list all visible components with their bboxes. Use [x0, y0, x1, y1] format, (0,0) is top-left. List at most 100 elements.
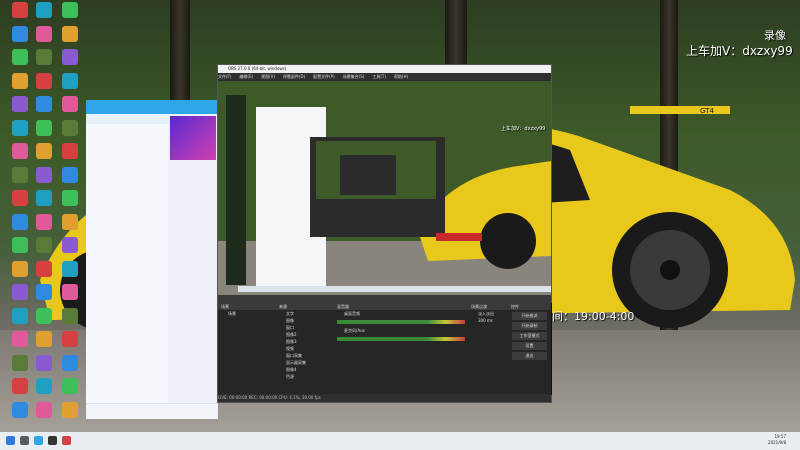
- dock-item[interactable]: 窗口采集: [276, 352, 334, 359]
- member-row[interactable]: [86, 124, 168, 131]
- obs-dock-panel[interactable]: 场景 场景: [218, 303, 277, 395]
- obs-icon[interactable]: [48, 436, 57, 445]
- member-row[interactable]: [86, 332, 168, 339]
- desktop-shortcut[interactable]: [52, 49, 88, 65]
- system-clock[interactable]: 19:57 2021/9/8: [768, 434, 786, 446]
- member-row[interactable]: [86, 217, 168, 224]
- desktop-shortcut[interactable]: [52, 166, 88, 183]
- desktop-shortcut[interactable]: [52, 260, 88, 277]
- member-row[interactable]: [86, 167, 168, 174]
- dock-item[interactable]: 退出: [512, 352, 547, 360]
- chat-window[interactable]: [86, 100, 218, 419]
- obs-menu-item[interactable]: 工具(T): [372, 74, 386, 79]
- member-row[interactable]: [86, 232, 168, 239]
- obs-menu-item[interactable]: 帮助(H): [394, 74, 408, 79]
- desktop-shortcut[interactable]: [52, 378, 88, 394]
- desktop-shortcut[interactable]: [52, 354, 88, 371]
- dock-item[interactable]: 桌面音频: [334, 310, 468, 317]
- desktop-shortcut[interactable]: [52, 25, 88, 42]
- app-icon[interactable]: [62, 436, 71, 445]
- obs-menu-item[interactable]: 视图(V): [261, 74, 275, 79]
- obs-menu-item[interactable]: 编辑(E): [239, 74, 253, 79]
- member-row[interactable]: [86, 182, 168, 189]
- audio-meter[interactable]: [337, 320, 465, 324]
- dock-item[interactable]: 设置: [512, 342, 547, 350]
- desktop-shortcut[interactable]: [52, 2, 88, 18]
- dock-item[interactable]: 开始推流: [512, 312, 547, 320]
- dock-item[interactable]: 开始录制: [512, 322, 547, 330]
- audio-meter[interactable]: [337, 337, 465, 341]
- desktop-shortcut[interactable]: [52, 284, 88, 300]
- dock-item[interactable]: 视频: [276, 345, 334, 352]
- member-row[interactable]: [86, 253, 168, 260]
- desktop-shortcut[interactable]: [52, 119, 88, 136]
- obs-titlebar[interactable]: OBS 27.0.0 (64-bit, windows): [218, 65, 551, 73]
- obs-preview[interactable]: 上车加V：dxzxy99: [218, 81, 551, 295]
- app-icon: [36, 72, 52, 89]
- obs-menu-item[interactable]: 配置文件(P): [313, 74, 335, 79]
- member-row[interactable]: [86, 268, 168, 275]
- dock-item[interactable]: 图像2: [276, 331, 334, 338]
- member-row[interactable]: [86, 174, 168, 181]
- dock-item[interactable]: 麦克风/Aux: [334, 327, 468, 334]
- member-row[interactable]: [86, 275, 168, 282]
- dock-item[interactable]: 显示器采集: [276, 359, 334, 366]
- obs-dock-panel[interactable]: 控件 开始推流 开始录制 工作室模式 设置 退出: [508, 303, 552, 395]
- dock-item[interactable]: 窗口: [276, 324, 334, 331]
- app-icon: [36, 237, 52, 253]
- member-row[interactable]: [86, 325, 168, 332]
- desktop-shortcut[interactable]: [52, 72, 88, 89]
- member-row[interactable]: [86, 203, 168, 210]
- member-row[interactable]: [86, 153, 168, 160]
- obs-dock-panel[interactable]: 混音器 桌面音频 麦克风/Aux: [334, 303, 469, 395]
- member-row[interactable]: [86, 297, 168, 304]
- obs-window[interactable]: OBS 27.0.0 (64-bit, windows) 文件(F) 编辑(E) 视…: [217, 64, 552, 403]
- dock-item[interactable]: 图像3: [276, 338, 334, 345]
- obs-menu-item[interactable]: 文件(F): [218, 74, 231, 79]
- dock-item[interactable]: 图像4: [276, 366, 334, 373]
- dock-item[interactable]: 文字: [276, 310, 334, 317]
- member-row[interactable]: [86, 318, 168, 325]
- member-row[interactable]: [86, 311, 168, 318]
- member-row[interactable]: [86, 282, 168, 289]
- member-row[interactable]: [86, 210, 168, 217]
- dock-item[interactable]: 工作室模式: [512, 332, 547, 340]
- record-label: 录像: [764, 29, 786, 42]
- desktop-shortcut[interactable]: [52, 401, 88, 418]
- member-row[interactable]: [86, 289, 168, 296]
- app-icon[interactable]: [34, 436, 43, 445]
- member-row[interactable]: [86, 189, 168, 196]
- member-row[interactable]: [86, 160, 168, 167]
- app-icon: [62, 307, 78, 324]
- member-row[interactable]: [86, 196, 168, 203]
- desktop-shortcut[interactable]: [52, 143, 88, 159]
- windows-start-icon[interactable]: [6, 436, 15, 445]
- member-row[interactable]: [86, 246, 168, 253]
- desktop-shortcut[interactable]: [52, 213, 88, 230]
- chat-member-list[interactable]: [86, 124, 168, 408]
- dock-item[interactable]: 300 ms: [468, 317, 508, 324]
- obs-menu-item[interactable]: 场景集合(S): [343, 74, 365, 79]
- dock-item[interactable]: 淡入淡出: [468, 310, 508, 317]
- member-row[interactable]: [86, 138, 168, 145]
- member-row[interactable]: [86, 304, 168, 311]
- member-row[interactable]: [86, 261, 168, 268]
- desktop-shortcut[interactable]: [52, 331, 88, 347]
- dock-item[interactable]: 色源: [276, 373, 334, 380]
- desktop-shortcut[interactable]: [52, 96, 88, 112]
- obs-menu-item[interactable]: 停靠部件(D): [283, 74, 305, 79]
- obs-dock-panel[interactable]: 场景过渡 淡入淡出 300 ms: [468, 303, 509, 395]
- search-icon[interactable]: [20, 436, 29, 445]
- member-row[interactable]: [86, 239, 168, 246]
- desktop-shortcut[interactable]: [52, 237, 88, 253]
- desktop-shortcut[interactable]: [52, 190, 88, 206]
- member-row[interactable]: [86, 146, 168, 153]
- chat-message-area: [168, 114, 218, 408]
- obs-dock-panel[interactable]: 来源 文字 图像 窗口 图像2 图像3 视频 窗口采集 显示器采集 图像4 色源: [276, 303, 335, 395]
- dock-item[interactable]: 图像: [276, 317, 334, 324]
- chat-titlebar[interactable]: [86, 100, 218, 114]
- member-row[interactable]: [86, 131, 168, 138]
- member-row[interactable]: [86, 225, 168, 232]
- desktop-shortcut[interactable]: [52, 307, 88, 324]
- dock-item[interactable]: 场景: [218, 310, 276, 317]
